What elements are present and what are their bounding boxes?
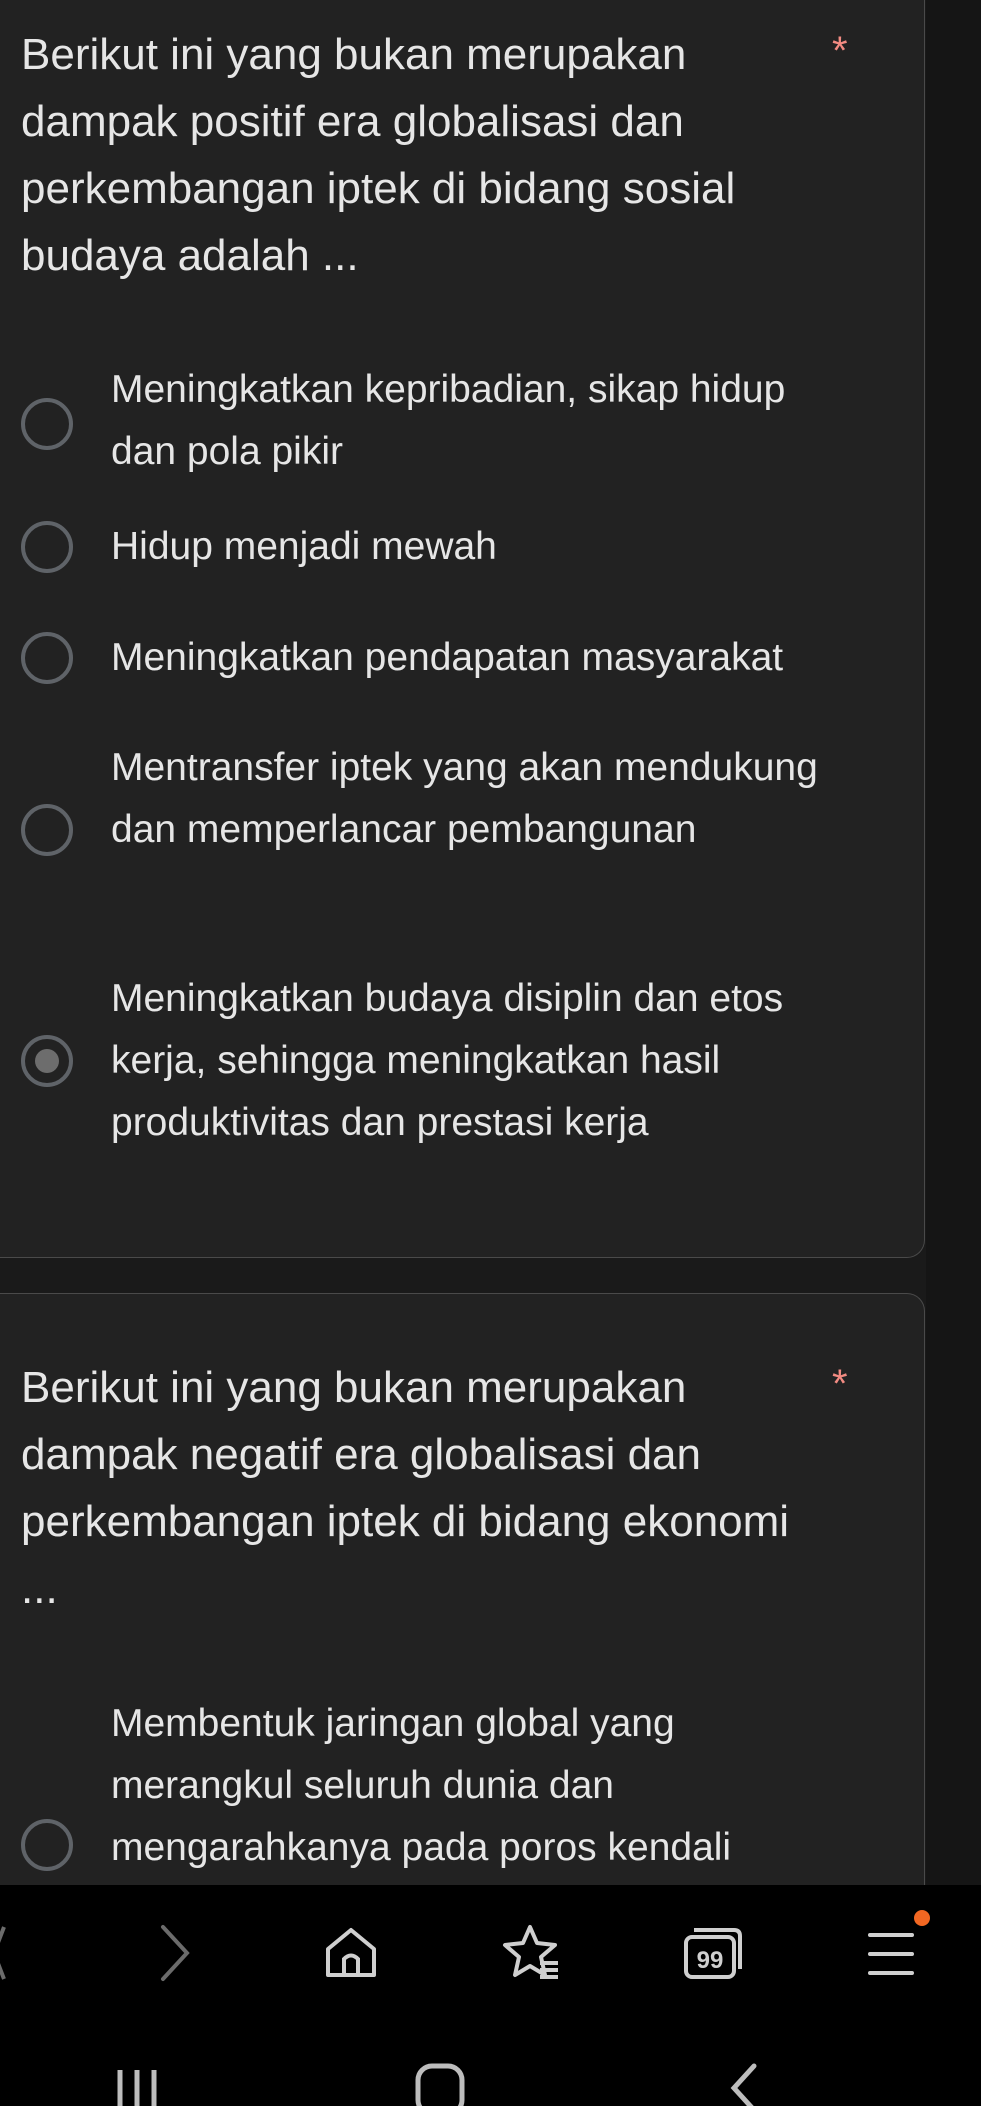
- back-arrow-icon[interactable]: [0, 1923, 12, 1983]
- back-icon[interactable]: [724, 2062, 764, 2106]
- recents-icon[interactable]: [112, 2066, 162, 2106]
- home-icon[interactable]: [323, 1925, 379, 1981]
- radio-button[interactable]: [21, 398, 73, 450]
- required-asterisk: *: [832, 29, 848, 73]
- radio-button[interactable]: [21, 632, 73, 684]
- question-title: Berikut ini yang bukan merupakan dampak …: [21, 1363, 790, 1613]
- question-card-2: Berikut ini yang bukan merupakan dampak …: [0, 1293, 925, 1933]
- tabs-icon[interactable]: 99: [682, 1925, 744, 1981]
- radio-button[interactable]: [21, 804, 73, 856]
- svg-text:99: 99: [697, 1947, 724, 1974]
- forward-arrow-icon[interactable]: [155, 1923, 195, 1983]
- radio-button[interactable]: [21, 1819, 73, 1871]
- option-label: Meningkatkan pendapatan masyarakat: [111, 636, 784, 679]
- option-label: Meningkatkan budaya disiplin dan etos ke…: [111, 977, 784, 1144]
- option-label: Meningkatkan kepribadian, sikap hidup da…: [111, 368, 786, 473]
- question-title: Berikut ini yang bukan merupakan dampak …: [21, 30, 736, 280]
- option-label: Membentuk jaringan global yang merangkul…: [111, 1702, 732, 1869]
- question-card-1: Berikut ini yang bukan merupakan dampak …: [0, 0, 925, 1258]
- radio-button[interactable]: [21, 521, 73, 573]
- bottom-navigation: 99: [0, 1885, 981, 2106]
- option-label: Hidup menjadi mewah: [111, 525, 497, 568]
- page-background-strip: [926, 0, 981, 1885]
- option-label: Mentransfer iptek yang akan mendukung da…: [111, 746, 818, 851]
- bookmarks-icon[interactable]: [500, 1923, 562, 1983]
- notification-dot: [914, 1910, 930, 1926]
- home-button-icon[interactable]: [414, 2062, 468, 2106]
- radio-button-selected[interactable]: [21, 1035, 73, 1087]
- menu-icon[interactable]: [866, 1929, 916, 1979]
- required-asterisk: *: [832, 1362, 848, 1406]
